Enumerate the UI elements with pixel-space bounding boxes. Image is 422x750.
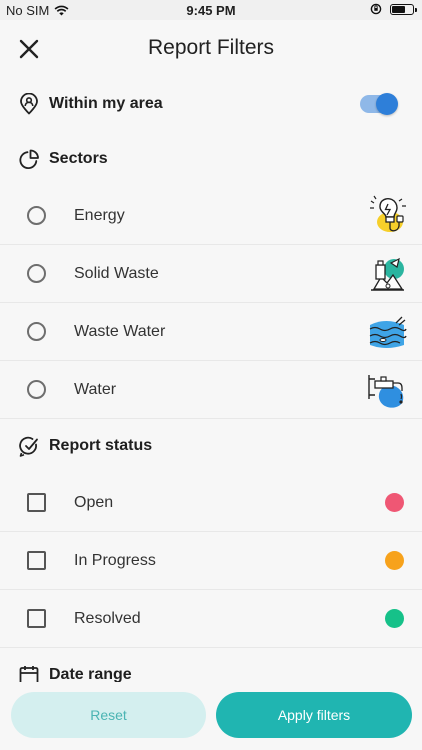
- header: Report Filters: [0, 20, 422, 76]
- status-color-dot: [385, 609, 404, 628]
- status-color-dot: [385, 551, 404, 570]
- report-status-label: Report status: [49, 437, 153, 454]
- water-tap-illustration: [368, 374, 404, 408]
- location-pin-icon: [20, 93, 38, 115]
- status-option-in-progress[interactable]: In Progress: [0, 532, 422, 590]
- page-title: Report Filters: [147, 36, 275, 59]
- sector-radio[interactable]: [27, 322, 46, 341]
- footer-actions: Reset Apply filters: [0, 682, 422, 750]
- solid-waste-illustration: [371, 257, 404, 291]
- status-option-open[interactable]: Open: [0, 474, 422, 532]
- sector-option-label: Water: [74, 380, 117, 398]
- status-checkbox[interactable]: [27, 551, 46, 570]
- orientation-lock-icon: [370, 3, 382, 15]
- sector-radio[interactable]: [27, 206, 46, 225]
- status-bar: No SIM 9:45 PM: [0, 0, 422, 20]
- sector-option-energy[interactable]: Energy: [0, 187, 422, 245]
- status-checkbox[interactable]: [27, 493, 46, 512]
- within-area-row[interactable]: Within my area: [0, 80, 422, 128]
- sectors-label: Sectors: [49, 150, 108, 167]
- sector-option-solid-waste[interactable]: Solid Waste: [0, 245, 422, 303]
- energy-illustration: [370, 195, 406, 232]
- status-right: [370, 3, 417, 15]
- status-check-icon: [19, 436, 38, 457]
- toggle-knob: [376, 93, 398, 115]
- status-option-label: Resolved: [74, 609, 141, 627]
- pie-chart-icon: [19, 149, 39, 170]
- status-color-dot: [385, 493, 404, 512]
- waste-water-illustration: [369, 316, 407, 348]
- sector-option-label: Waste Water: [74, 322, 166, 340]
- sector-radio[interactable]: [27, 264, 46, 283]
- within-area-label: Within my area: [49, 95, 163, 112]
- sector-option-waste-water[interactable]: Waste Water: [0, 303, 422, 361]
- sectors-heading: Sectors: [0, 135, 422, 183]
- reset-button[interactable]: Reset: [11, 692, 206, 738]
- status-option-label: Open: [74, 493, 114, 511]
- sector-option-label: Solid Waste: [74, 264, 159, 282]
- sector-option-water[interactable]: Water: [0, 361, 422, 419]
- battery-icon: [390, 3, 417, 15]
- apply-filters-button[interactable]: Apply filters: [216, 692, 412, 738]
- status-checkbox[interactable]: [27, 609, 46, 628]
- sector-radio[interactable]: [27, 380, 46, 399]
- status-option-label: In Progress: [74, 551, 156, 569]
- status-time: 9:45 PM: [186, 3, 236, 18]
- sector-option-label: Energy: [74, 206, 125, 224]
- status-option-resolved[interactable]: Resolved: [0, 590, 422, 648]
- report-status-heading: Report status: [0, 422, 422, 470]
- within-area-toggle[interactable]: [360, 93, 398, 115]
